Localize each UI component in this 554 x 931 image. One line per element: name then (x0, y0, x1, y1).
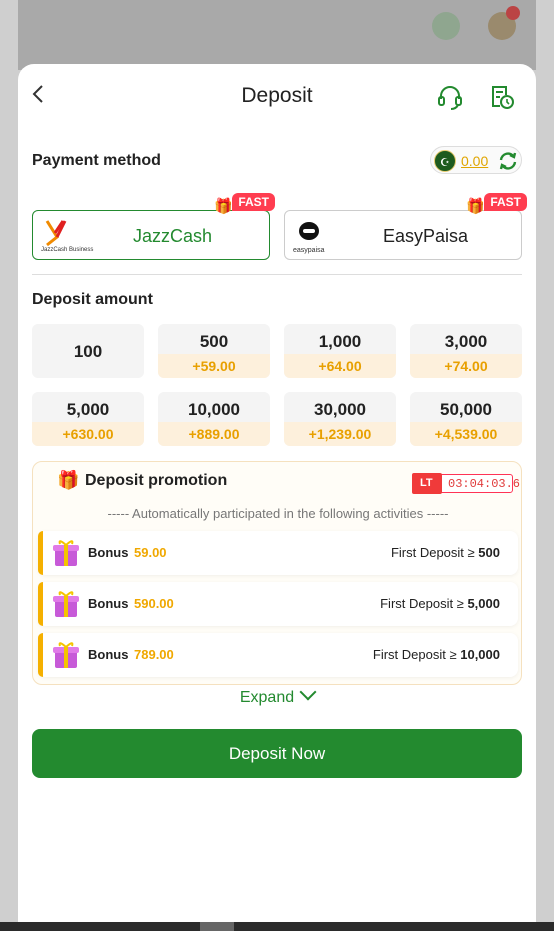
amount-option[interactable]: 30,000 +1,239.00 (284, 392, 396, 446)
condition-threshold: 500 (478, 545, 500, 560)
promotion-row: Bonus 789.00 First Deposit ≥ 10,000 (38, 633, 518, 677)
promotion-title: Deposit promotion (85, 472, 228, 489)
gift-box-icon (53, 591, 79, 617)
amount-value: 1,000 (318, 332, 362, 351)
deposit-amount-label: Deposit amount (32, 291, 153, 308)
headset-icon (438, 86, 462, 110)
bonus-label: Bonus (88, 596, 129, 611)
amount-bonus: +59.00 (158, 354, 270, 378)
amount-option[interactable]: 100 (32, 324, 144, 378)
chevron-down-icon (299, 683, 317, 701)
payment-option-label: JazzCash (133, 226, 213, 246)
amount-bonus: +889.00 (158, 422, 270, 446)
support-button[interactable] (436, 83, 464, 111)
history-button[interactable] (488, 83, 516, 111)
amount-option[interactable]: 50,000 +4,539.00 (410, 392, 522, 446)
gift-icon: 🎁 (466, 198, 485, 215)
background-icon (432, 12, 460, 40)
amount-option[interactable]: 5,000 +630.00 (32, 392, 144, 446)
refresh-icon[interactable] (497, 150, 519, 172)
amount-option[interactable]: 1,000 +64.00 (284, 324, 396, 378)
jazzcash-logo-text: JazzCash Business (41, 247, 94, 253)
amount-value: 500 (199, 332, 229, 351)
condition-text: First Deposit ≥ (380, 596, 464, 611)
amount-option[interactable]: 3,000 +74.00 (410, 324, 522, 378)
bonus-value: 590.00 (134, 596, 174, 611)
lightning-icon: LT (412, 473, 442, 494)
countdown-badge: LT 03:04:03.6 (412, 473, 520, 494)
gift-box-icon (53, 540, 79, 566)
payment-option-label: EasyPaisa (383, 226, 469, 246)
payment-option-jazzcash[interactable]: JazzCash Business JazzCash 🎁 FAST (32, 193, 275, 260)
promotion-row: Bonus 590.00 First Deposit ≥ 5,000 (38, 582, 518, 626)
bonus-value: 789.00 (134, 647, 174, 662)
condition-text: First Deposit ≥ (390, 545, 475, 560)
amount-bonus: +64.00 (284, 354, 396, 378)
amount-value: 10,000 (188, 400, 240, 419)
balance-pill[interactable]: ☪ 0.00 (430, 146, 522, 174)
condition-threshold: 10,000 (460, 647, 500, 662)
background-notification-dot (506, 6, 520, 20)
amount-bonus: +74.00 (410, 354, 522, 378)
bonus-condition: First Deposit ≥ 10,000 (373, 647, 500, 662)
bonus-value: 59.00 (134, 545, 167, 560)
deposit-promotion-panel: 🎁 Deposit promotion LT 03:04:03.6 ----- … (32, 461, 522, 685)
promotion-row: Bonus 59.00 First Deposit ≥ 500 (38, 531, 518, 575)
promotion-subtitle: ----- Automatically participated in the … (107, 506, 449, 521)
gift-box-icon (53, 642, 79, 668)
condition-text: First Deposit ≥ (372, 647, 457, 662)
divider (32, 274, 522, 275)
bonus-label: Bonus (88, 545, 129, 560)
expand-label: Expand (239, 689, 295, 706)
fast-badge: FAST (232, 193, 275, 211)
background-page (18, 0, 536, 70)
header: Deposit (18, 64, 536, 130)
bottom-bar (0, 922, 554, 931)
amount-value: 3,000 (444, 332, 488, 351)
amount-value: 100 (73, 342, 103, 361)
bonus-condition: First Deposit ≥ 500 (391, 545, 500, 560)
history-icon (492, 86, 514, 109)
amount-value: 30,000 (314, 400, 366, 419)
amount-option[interactable]: 500 +59.00 (158, 324, 270, 378)
payment-option-easypaisa[interactable]: easypaisa EasyPaisa 🎁 FAST (284, 193, 527, 260)
deposit-now-button[interactable]: Deposit Now (32, 729, 522, 778)
fast-badge: FAST (484, 193, 527, 211)
deposit-sheet: Deposit Payment method ☪ 0.00 JazzCash B… (18, 64, 536, 924)
bonus-condition: First Deposit ≥ 5,000 (380, 596, 500, 611)
bottom-bar-indicator (200, 922, 234, 931)
payment-method-label: Payment method (32, 152, 161, 169)
balance-value: 0.00 (461, 153, 489, 169)
amount-bonus: +1,239.00 (284, 422, 396, 446)
countdown-timer: 03:04:03.6 (448, 477, 521, 491)
amount-value: 5,000 (66, 400, 110, 419)
amount-value: 50,000 (440, 400, 492, 419)
gift-icon: 🎁 (214, 198, 233, 215)
condition-threshold: 5,000 (467, 596, 500, 611)
amount-bonus: +630.00 (32, 422, 144, 446)
bonus-label: Bonus (88, 647, 129, 662)
easypaisa-logo-text: easypaisa (293, 247, 325, 254)
gift-icon: 🎁 (57, 470, 80, 490)
amount-bonus: +4,539.00 (410, 422, 522, 446)
pakistan-flag-icon: ☪ (434, 150, 456, 172)
amount-option[interactable]: 10,000 +889.00 (158, 392, 270, 446)
expand-button[interactable]: Expand (18, 683, 536, 707)
